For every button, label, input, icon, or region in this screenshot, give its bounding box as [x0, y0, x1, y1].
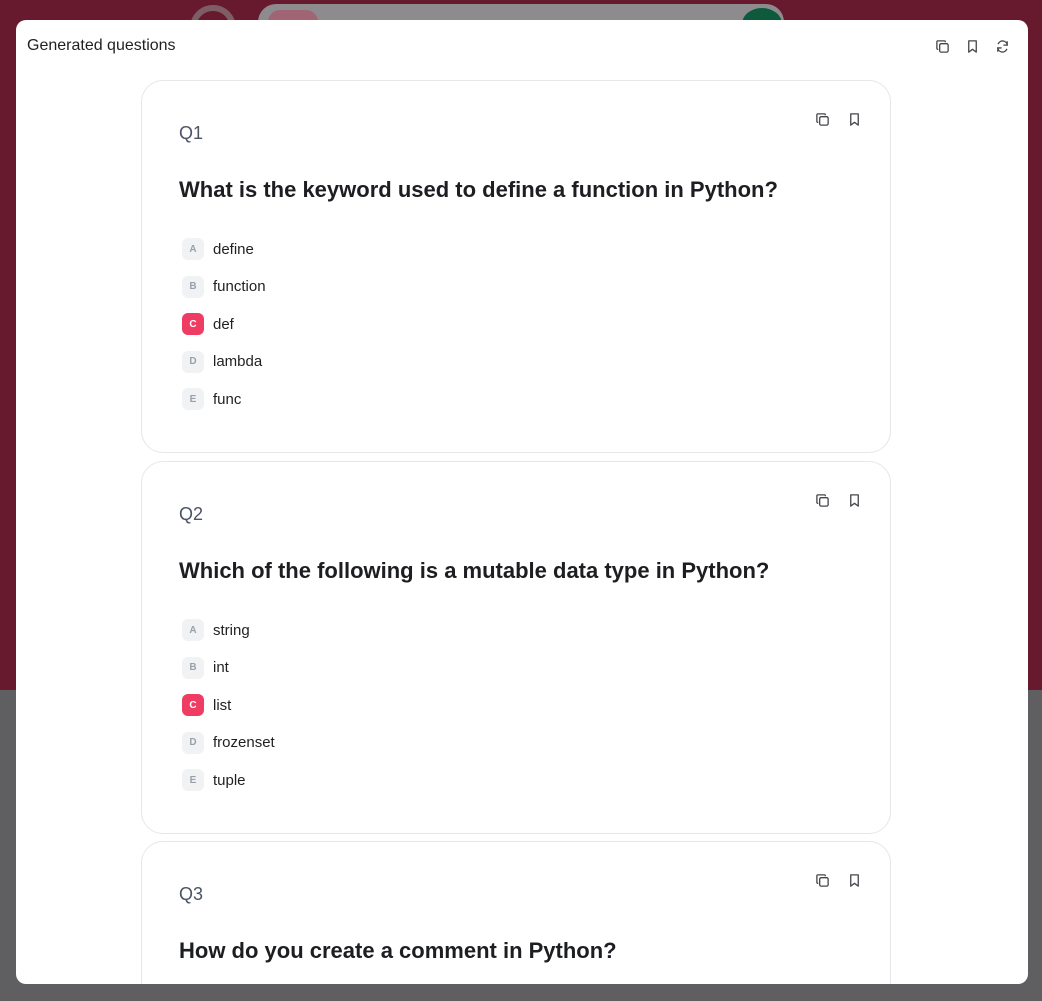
bookmark-icon	[849, 873, 859, 887]
answer-option[interactable]: Dfrozenset	[182, 731, 275, 754]
answer-option[interactable]: Clist	[182, 694, 275, 716]
option-text: lambda	[213, 353, 263, 370]
option-letter-badge: B	[182, 275, 204, 298]
modal-header-actions	[932, 36, 1012, 56]
copy-all-button[interactable]	[932, 36, 952, 56]
option-text: function	[213, 278, 266, 295]
option-letter-badge: A	[182, 619, 204, 641]
refresh-icon	[996, 39, 1008, 53]
option-text: func	[213, 390, 242, 408]
questions-list[interactable]: Q1 What is the keyword used to define a f…	[16, 74, 1028, 984]
bookmark-question-button[interactable]	[844, 490, 864, 510]
question-number: Q1	[179, 123, 204, 143]
bookmark-question-button[interactable]	[844, 109, 864, 129]
option-letter-badge: D	[182, 350, 204, 373]
option-letter-badge: B	[182, 656, 204, 679]
answer-option[interactable]: Cdef	[182, 313, 266, 335]
option-letter-badge: E	[182, 769, 204, 791]
option-letter-badge: D	[182, 731, 204, 754]
bookmark-icon	[967, 39, 977, 53]
modal-title: Generated questions	[27, 37, 176, 54]
bookmark-all-button[interactable]	[962, 36, 982, 56]
copy-icon	[815, 493, 829, 507]
copy-question-button[interactable]	[812, 490, 832, 510]
regenerate-button[interactable]	[992, 36, 1012, 56]
question-text: How do you create a comment in Python?	[179, 938, 617, 963]
bookmark-icon	[849, 112, 859, 126]
question-actions	[812, 490, 864, 510]
question-number: Q2	[179, 504, 204, 524]
option-letter-badge: E	[182, 388, 204, 410]
answer-option[interactable]: Etuple	[182, 769, 275, 791]
option-text: frozenset	[213, 734, 275, 751]
copy-icon	[815, 112, 829, 126]
question-text: What is the keyword used to define a fun…	[179, 177, 778, 202]
option-text: string	[213, 621, 250, 639]
question-text: Which of the following is a mutable data…	[179, 558, 770, 583]
copy-icon	[935, 39, 949, 53]
answer-option[interactable]: Astring	[182, 619, 275, 641]
answer-option[interactable]: Bfunction	[182, 275, 266, 298]
option-text: tuple	[213, 771, 246, 789]
bookmark-question-button[interactable]	[844, 870, 864, 890]
question-card: Q1 What is the keyword used to define a f…	[141, 80, 891, 453]
option-letter-badge: C	[182, 694, 204, 716]
answer-option[interactable]: Dlambda	[182, 350, 266, 373]
copy-icon	[815, 873, 829, 887]
option-text: int	[213, 659, 229, 676]
copy-question-button[interactable]	[812, 870, 832, 890]
option-text: list	[213, 696, 232, 714]
option-text: define	[213, 240, 254, 258]
question-actions	[812, 109, 864, 129]
option-list: Adefine Bfunction Cdef Dlambda Efunc	[182, 238, 266, 426]
option-text: def	[213, 315, 234, 333]
answer-option[interactable]: Bint	[182, 656, 275, 679]
answer-option[interactable]: Adefine	[182, 238, 266, 260]
option-letter-badge: C	[182, 313, 204, 335]
option-list: Astring Bint Clist Dfrozenset Etuple	[182, 619, 275, 807]
generated-questions-modal: Generated questions Q1 What is the keywor…	[16, 20, 1028, 984]
question-card: Q2 Which of the following is a mutable da…	[141, 461, 891, 834]
answer-option[interactable]: Efunc	[182, 388, 266, 410]
bookmark-icon	[849, 493, 859, 507]
question-card: Q3 How do you create a comment in Python?	[141, 841, 891, 984]
copy-question-button[interactable]	[812, 109, 832, 129]
option-letter-badge: A	[182, 238, 204, 260]
question-actions	[812, 870, 864, 890]
question-number: Q3	[179, 884, 204, 904]
modal-header: Generated questions	[16, 20, 1028, 74]
